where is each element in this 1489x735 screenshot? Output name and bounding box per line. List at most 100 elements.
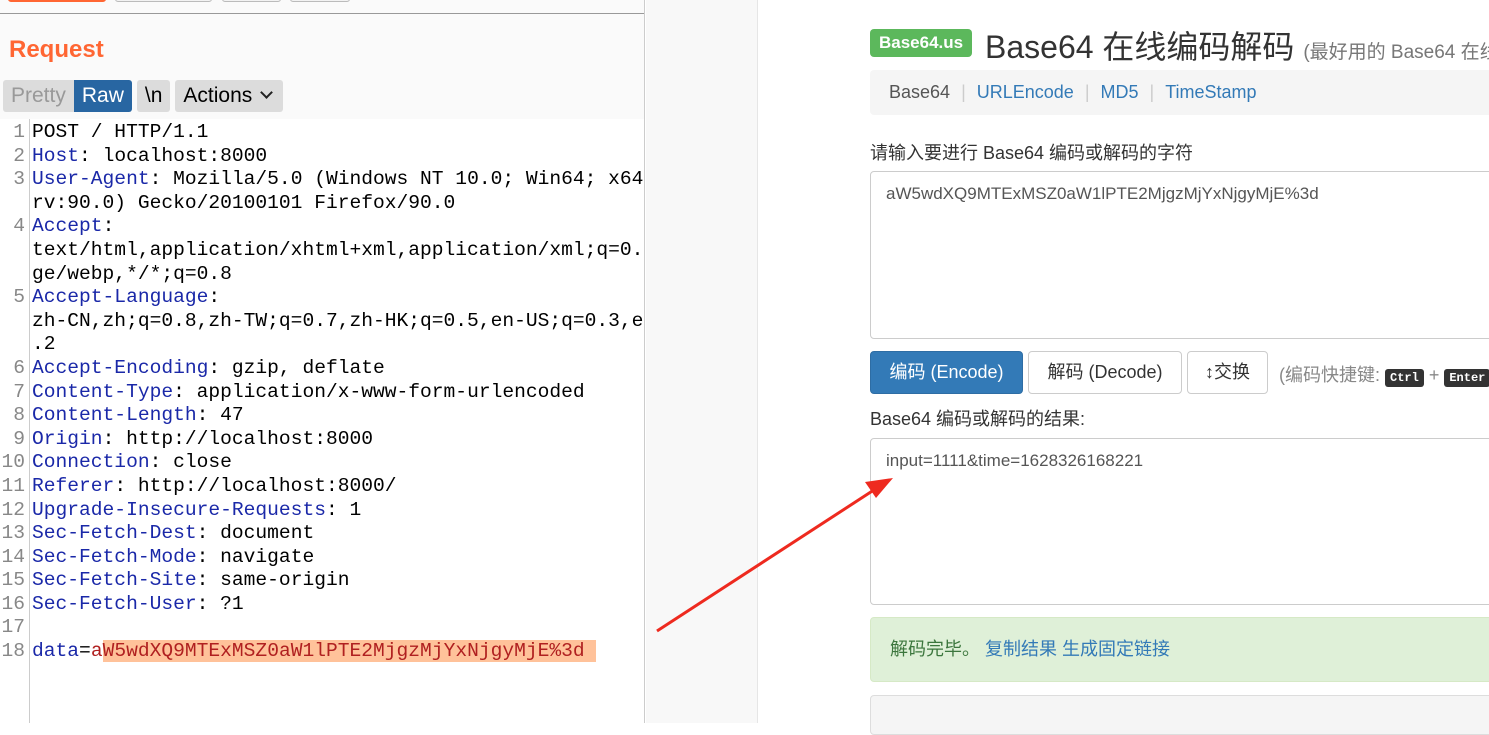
encode-button[interactable]: 编码 (Encode) bbox=[870, 351, 1023, 394]
line-code: POST / HTTP/1.1 bbox=[27, 121, 208, 145]
swap-arrows-icon: ↕ bbox=[1205, 362, 1214, 382]
line-code: Host: localhost:8000 bbox=[27, 145, 267, 169]
line-number: 7 bbox=[13, 380, 25, 403]
nav-separator: | bbox=[1149, 82, 1155, 102]
line-code: Accept-Encoding: gzip, deflate bbox=[27, 357, 385, 381]
line-number bbox=[0, 310, 27, 334]
code-line: 5 Accept-Language: bbox=[0, 286, 644, 310]
code-line: 8 Content-Length: 47 bbox=[0, 404, 644, 428]
top-tab-button[interactable] bbox=[115, 0, 212, 2]
header-name: Sec-Fetch-Site bbox=[32, 569, 197, 592]
tab-pretty[interactable]: Pretty bbox=[3, 80, 74, 112]
code-line: 10 Connection: close bbox=[0, 451, 644, 475]
code-line: 6 Accept-Encoding: gzip, deflate bbox=[0, 356, 644, 381]
line-number bbox=[0, 192, 27, 216]
ctrl-key: Ctrl bbox=[1385, 369, 1424, 387]
code-line: .2 bbox=[0, 333, 644, 357]
header-name: Referer bbox=[32, 474, 115, 497]
line-number: 11 bbox=[1, 474, 25, 497]
line-number: 13 bbox=[1, 522, 25, 545]
header-name: Host bbox=[32, 144, 80, 167]
header-name: Sec-Fetch-User bbox=[32, 592, 197, 615]
header-value: : 1 bbox=[325, 498, 362, 521]
code-line: 13 Sec-Fetch-Dest: document bbox=[0, 522, 644, 546]
line-number: 17 bbox=[1, 616, 25, 639]
header-name: User-Agent bbox=[32, 168, 150, 191]
line-code: Sec-Fetch-Mode: navigate bbox=[27, 546, 314, 570]
code-line: 4 Accept: bbox=[0, 215, 644, 239]
header-value: : localhost:8000 bbox=[79, 144, 268, 167]
line-number bbox=[0, 239, 27, 263]
chevron-down-icon bbox=[260, 86, 273, 99]
line-code: Accept: bbox=[27, 215, 114, 239]
decode-button[interactable]: 解码 (Decode) bbox=[1028, 351, 1182, 394]
highlighted-value: W5wdXQ9MTExMSZ0aW1lPTE2MjgzMjYxNjgyMjE%3… bbox=[102, 640, 597, 663]
line-number: 8 bbox=[13, 404, 25, 427]
tab-raw[interactable]: Raw bbox=[73, 80, 132, 112]
header-value: POST / HTTP/1.1 bbox=[32, 121, 209, 143]
newline-toggle[interactable]: \n bbox=[136, 80, 171, 112]
line-number: 2 bbox=[13, 144, 25, 167]
request-title: Request bbox=[9, 36, 104, 63]
header-name: Content-Length bbox=[32, 404, 197, 427]
nav-bar: Base64 | URLEncode | MD5 | TimeStamp bbox=[870, 70, 1489, 115]
top-tab-button[interactable] bbox=[290, 0, 350, 2]
bottom-panel bbox=[870, 695, 1489, 735]
result-textarea[interactable]: input=1111&time=1628326168221 bbox=[870, 438, 1489, 605]
code-line: 7 Content-Type: application/x-www-form-ur… bbox=[0, 380, 644, 405]
page-margin bbox=[646, 0, 758, 723]
line-number: 14 bbox=[1, 545, 25, 568]
nav-item-md5[interactable]: MD5 bbox=[1101, 82, 1139, 103]
alert-text: 解码完毕。 bbox=[890, 639, 980, 659]
code-line: 9 Origin: http://localhost:8000 bbox=[0, 428, 644, 452]
nav-item-urlencode[interactable]: URLEncode bbox=[977, 82, 1074, 103]
enter-key: Enter bbox=[1444, 369, 1489, 387]
nav-separator: | bbox=[961, 82, 966, 102]
title-text: Base64 在线编码解码 bbox=[985, 29, 1295, 65]
request-editor[interactable]: 1 POST / HTTP/1.1 2 Host: localhost:8000 3 Us… bbox=[0, 119, 644, 723]
copy-result-link[interactable]: 复制结果 bbox=[985, 639, 1057, 659]
line-code: Upgrade-Insecure-Requests: 1 bbox=[27, 499, 361, 523]
header-name: Content-Type bbox=[32, 380, 174, 403]
code-line: 3 User-Agent: Mozilla/5.0 (Windows NT 10.… bbox=[0, 168, 644, 192]
result-label: Base64 编码或解码的结果: bbox=[870, 409, 1086, 429]
permalink-link[interactable]: 生成固定链接 bbox=[1062, 639, 1170, 659]
line-code: Content-Length: 47 bbox=[27, 404, 244, 428]
plus: + bbox=[1428, 365, 1440, 385]
header-value: : navigate bbox=[196, 545, 315, 568]
header-name: Sec-Fetch-Dest bbox=[32, 522, 197, 545]
swap-button[interactable]: ↕交换 bbox=[1187, 351, 1268, 394]
line-number: 1 bbox=[13, 121, 25, 143]
base64-site: Base64.us Base64 在线编码解码 (最好用的 Base64 在线工… bbox=[646, 0, 1489, 735]
line-number: 6 bbox=[13, 356, 25, 379]
header-name: Sec-Fetch-Mode bbox=[32, 545, 197, 568]
site-logo[interactable]: Base64.us bbox=[870, 29, 973, 57]
line-number: 10 bbox=[1, 451, 25, 474]
line-number: 3 bbox=[13, 168, 25, 191]
code-line: 12 Upgrade-Insecure-Requests: 1 bbox=[0, 499, 644, 523]
input-label: 请输入要进行 Base64 编码或解码的字符 bbox=[870, 143, 1194, 163]
line-code: Origin: http://localhost:8000 bbox=[27, 428, 373, 452]
header-name: Upgrade-Insecure-Requests bbox=[32, 498, 326, 521]
line-code: User-Agent: Mozilla/5.0 (Windows NT 10.0… bbox=[27, 168, 644, 192]
nav-item-base64[interactable]: Base64 bbox=[889, 82, 950, 103]
nav-item-timestamp[interactable]: TimeStamp bbox=[1165, 82, 1256, 103]
header-value: : ?1 bbox=[196, 592, 244, 615]
header-value: : gzip, deflate bbox=[208, 356, 385, 379]
line-code: ge/webp,*/*;q=0.8 bbox=[27, 263, 232, 287]
code-line: zh-CN,zh;q=0.8,zh-TW;q=0.7,zh-HK;q=0.5,e… bbox=[0, 310, 644, 334]
header-name: Origin bbox=[32, 427, 103, 450]
subtitle: (最好用的 Base64 在线工具) bbox=[1303, 42, 1489, 63]
line-code: Sec-Fetch-Site: same-origin bbox=[27, 569, 349, 593]
code-line: ge/webp,*/*;q=0.8 bbox=[0, 263, 644, 287]
top-tab-button[interactable] bbox=[222, 0, 281, 2]
line-number: 16 bbox=[1, 592, 25, 615]
header-value: a bbox=[90, 640, 103, 663]
top-tab-button[interactable] bbox=[8, 0, 106, 2]
line-code: .2 bbox=[27, 333, 56, 357]
actions-dropdown[interactable]: Actions bbox=[175, 80, 284, 112]
line-code: Connection: close bbox=[27, 451, 232, 475]
shortcut-hint: (编码快捷键: Ctrl + Enter bbox=[1279, 361, 1489, 387]
input-textarea[interactable]: aW5wdXQ9MTExMSZ0aW1lPTE2MjgzMjYxNjgyMjE%… bbox=[870, 171, 1489, 339]
line-code: data=aW5wdXQ9MTExMSZ0aW1lPTE2MjgzMjYxNjg… bbox=[27, 640, 597, 664]
